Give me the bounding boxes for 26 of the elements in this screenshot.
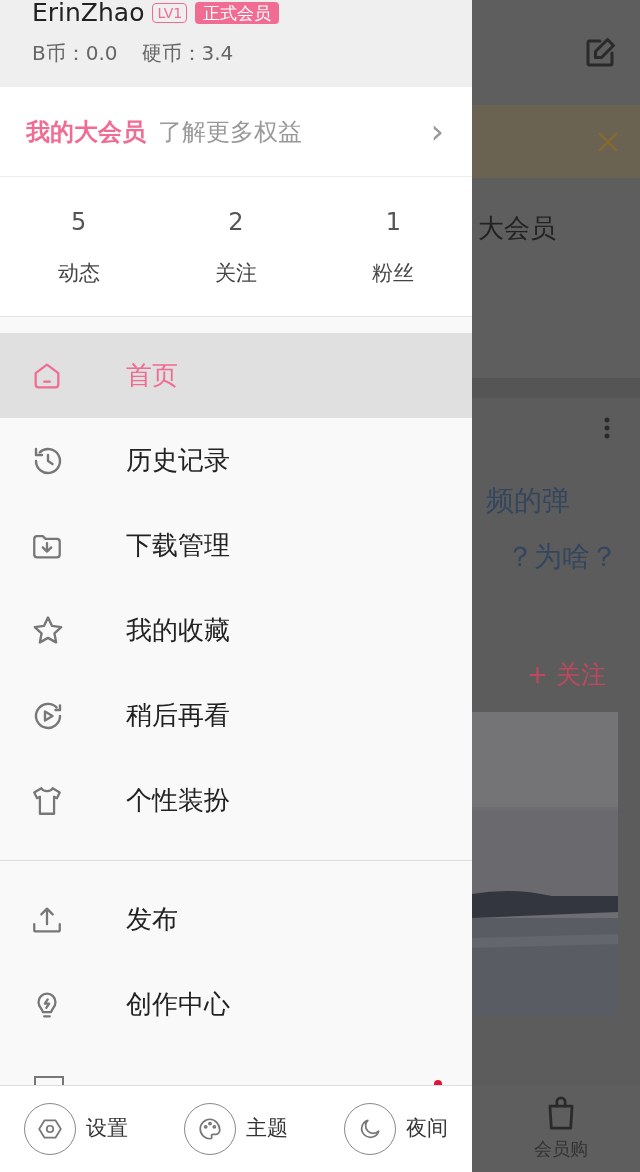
membership-subtitle: 了解更多权益 bbox=[158, 116, 302, 148]
membership-title: 我的大会员 bbox=[26, 116, 146, 148]
menu-item[interactable]: 我的收藏 bbox=[0, 588, 472, 673]
b-coin-balance: B币：0.0 bbox=[32, 39, 118, 67]
menu-item[interactable]: 历史记录 bbox=[0, 418, 472, 503]
action-label: 设置 bbox=[86, 1115, 128, 1143]
more-icon[interactable] bbox=[604, 417, 610, 439]
close-icon[interactable] bbox=[596, 129, 620, 154]
menu-item[interactable]: 发布 bbox=[0, 877, 472, 962]
menu-item[interactable]: 稍后再看 bbox=[0, 673, 472, 758]
stat-item[interactable]: 5 动态 bbox=[0, 203, 158, 290]
coin-balance: 硬币：3.4 bbox=[141, 39, 234, 67]
settings-icon bbox=[37, 1116, 63, 1142]
member-tag: 正式会员 bbox=[195, 1, 280, 24]
menu-item[interactable]: 下载管理 bbox=[0, 503, 472, 588]
palette-icon bbox=[197, 1116, 223, 1142]
chevron-icon: › bbox=[430, 106, 444, 157]
stat-item[interactable]: 2 关注 bbox=[157, 203, 315, 290]
menu-item[interactable]: 创作中心 bbox=[0, 962, 472, 1047]
menu-item[interactable]: 个性装扮 bbox=[0, 758, 472, 843]
action-label: 主题 bbox=[246, 1115, 288, 1143]
banner-text: 大会员 bbox=[478, 211, 556, 245]
stat-item[interactable]: 1 粉丝 bbox=[314, 203, 472, 290]
level-tag: LV1 bbox=[152, 2, 188, 23]
action-label: 夜间 bbox=[406, 1115, 448, 1143]
username: ErinZhao bbox=[32, 0, 145, 29]
